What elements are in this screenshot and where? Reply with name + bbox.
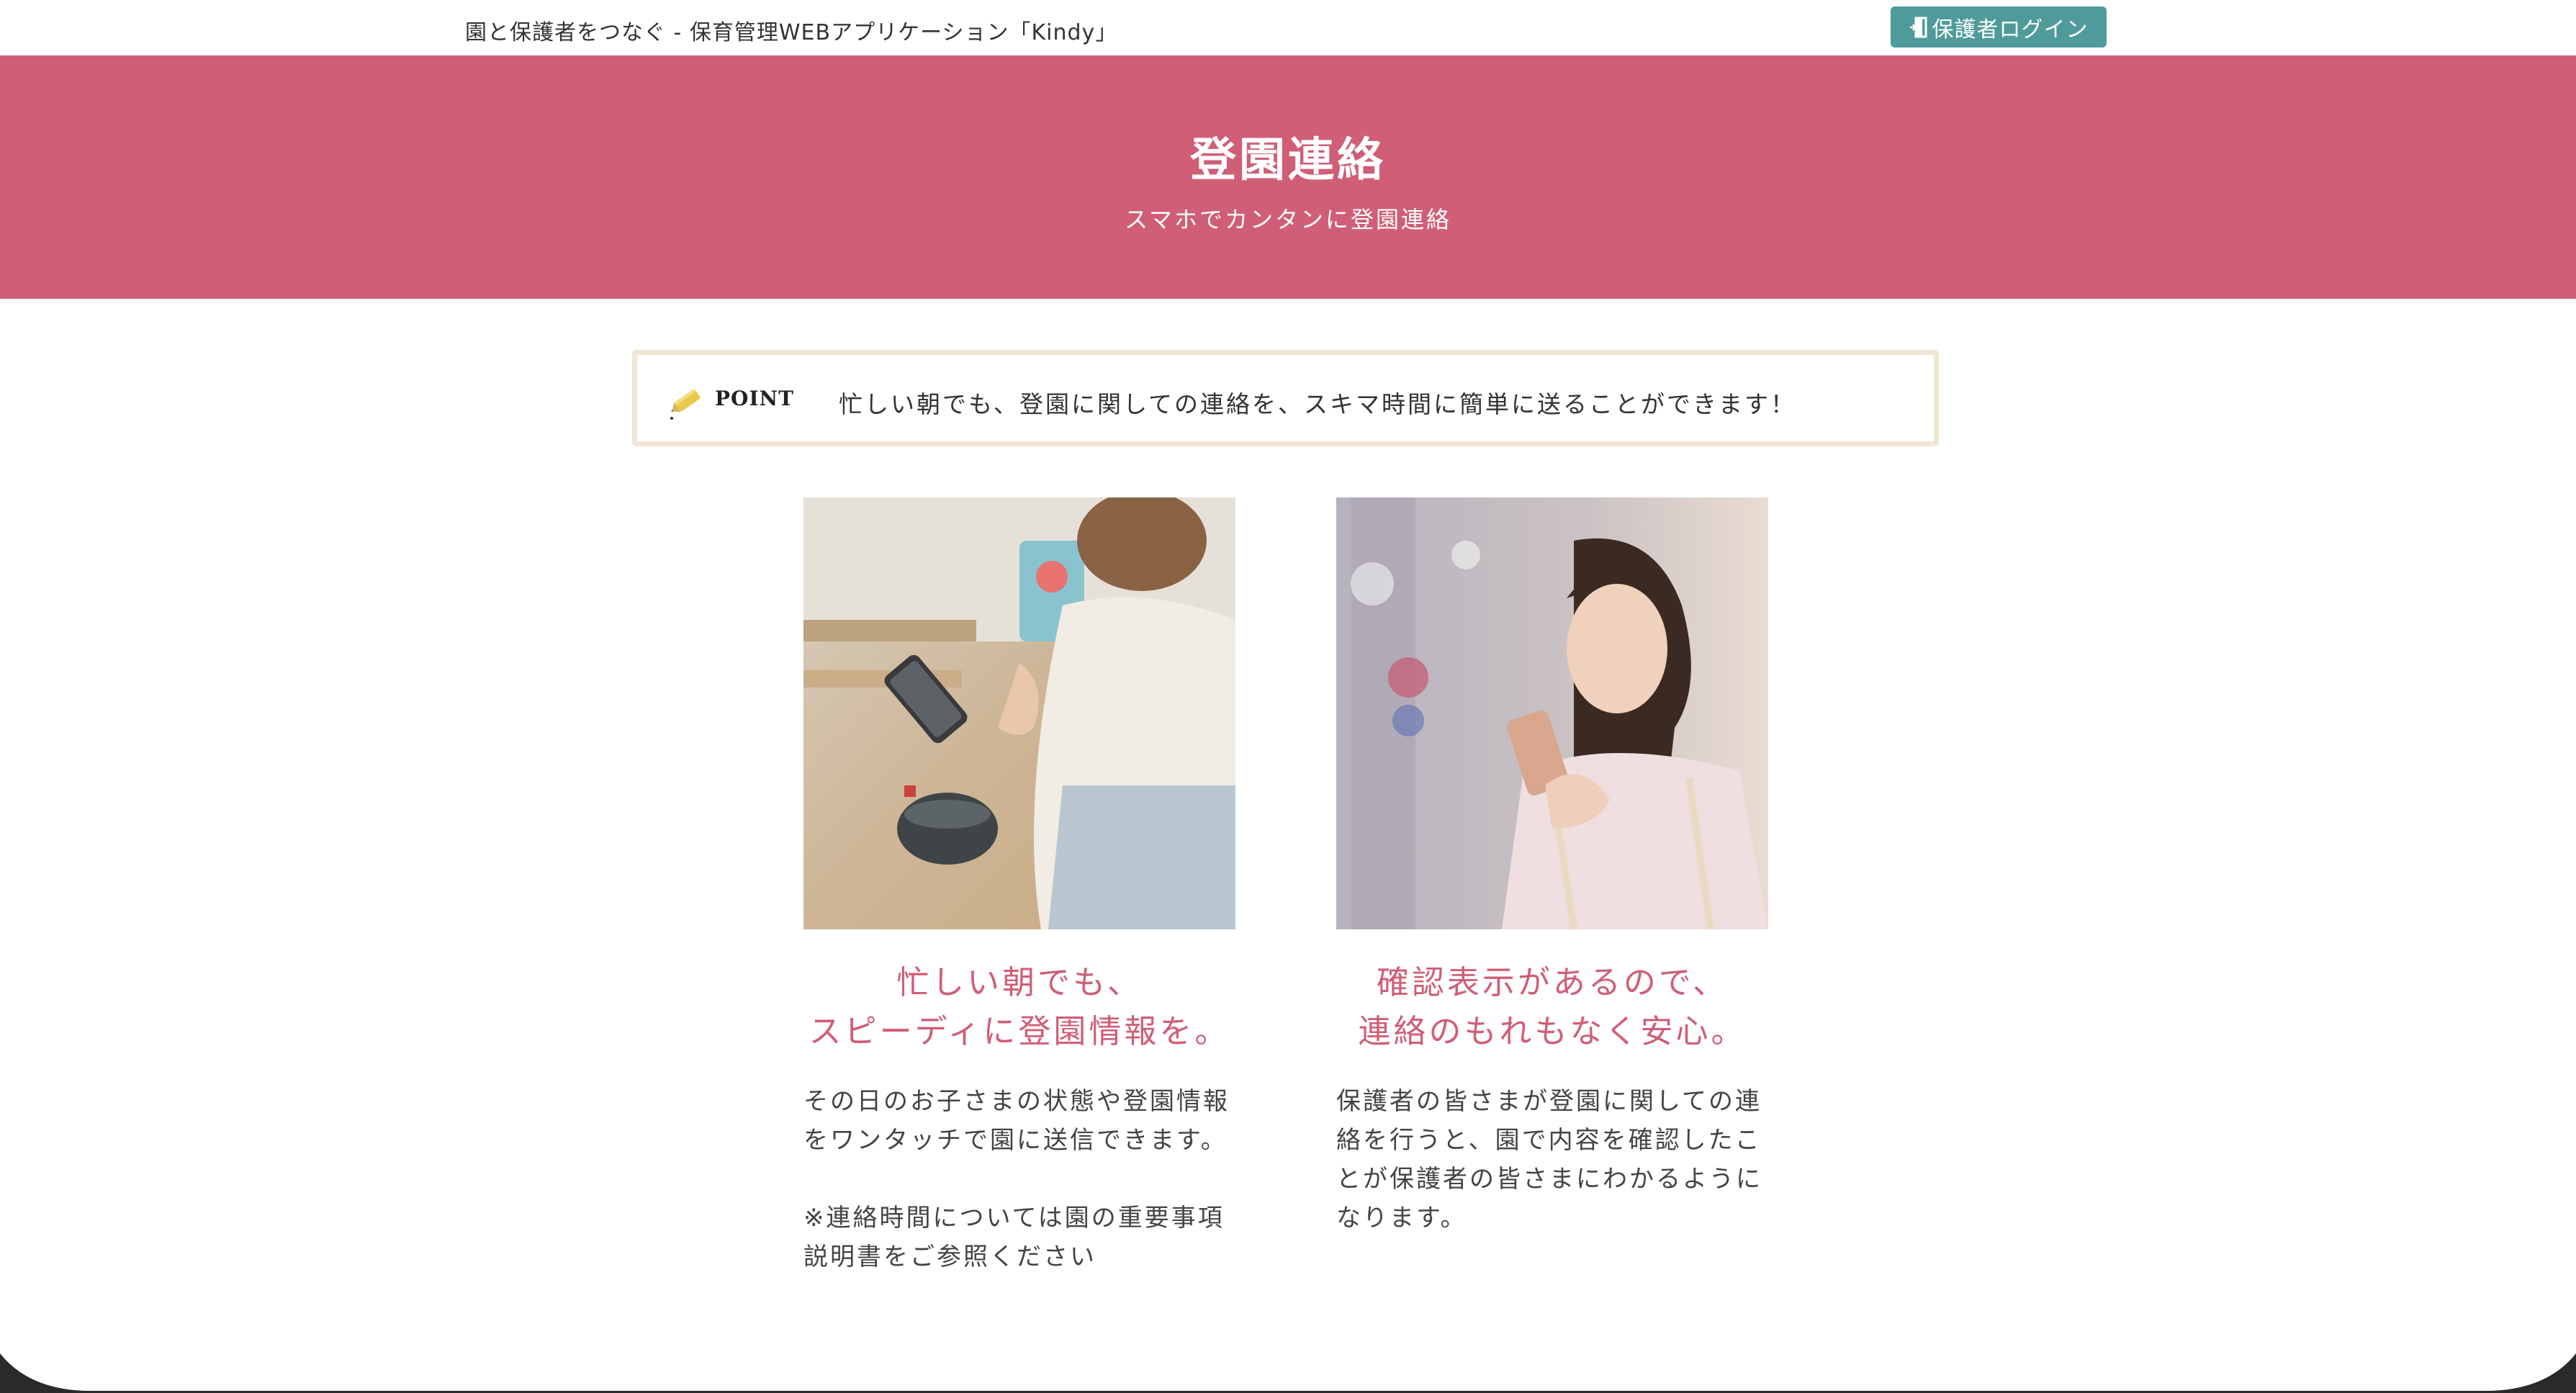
page-title: 登園連絡 <box>1190 134 1386 187</box>
pencil-icon <box>670 389 701 420</box>
feature-card-speedy: 忙しい朝でも、 スピーディに登園情報を。 その日のお子さまの状態や登園情報をワン… <box>803 497 1235 1276</box>
card-note-text: ※連絡時間については園の重要事項説明書をご参照ください <box>803 1204 1225 1271</box>
card-description-text: 保護者の皆さまが登園に関しての連絡を行うと、園で内容を確認したことが保護者の皆さ… <box>1336 1087 1762 1232</box>
card-description: 保護者の皆さまが登園に関しての連絡を行うと、園で内容を確認したことが保護者の皆さ… <box>1336 1082 1768 1238</box>
point-text: 忙しい朝でも、登園に関しての連絡を、スキマ時間に簡単に送ることができます！ <box>839 390 1797 418</box>
point-callout: POINT 忙しい朝でも、登園に関しての連絡を、スキマ時間に簡単に送ることができ… <box>632 350 1939 446</box>
parent-login-button[interactable]: 保護者ログイン <box>1891 6 2107 48</box>
feature-card-confirmation: 確認表示があるので、 連絡のもれもなく安心。 保護者の皆さまが登園に関しての連絡… <box>1336 497 1768 1238</box>
parent-login-label: 保護者ログイン <box>1932 17 2089 42</box>
woman-smiling-at-smartphone-photo <box>1336 497 1768 929</box>
door-exit-icon <box>1909 17 1927 37</box>
hero-banner: 登園連絡 スマホでカンタンに登園連絡 <box>0 55 2576 299</box>
page-subtitle: スマホでカンタンに登園連絡 <box>1124 206 1452 233</box>
card-heading-line-1: 確認表示があるので、 <box>1376 963 1729 1001</box>
card-heading: 忙しい朝でも、 スピーディに登園情報を。 <box>803 958 1235 1056</box>
site-tagline: 園と保護者をつなぐ - 保育管理WEBアプリケーション「Kindy」 <box>465 20 1118 45</box>
card-description: その日のお子さまの状態や登園情報をワンタッチで園に送信できます。 ※連絡時間につ… <box>803 1082 1235 1276</box>
woman-using-smartphone-photo <box>803 497 1235 929</box>
card-heading-line-1: 忙しい朝でも、 <box>896 963 1143 1001</box>
point-label: POINT <box>715 387 794 410</box>
card-heading-line-2: スピーディに登園情報を。 <box>809 1012 1230 1050</box>
top-bar: 園と保護者をつなぐ - 保育管理WEBアプリケーション「Kindy」 保護者ログ… <box>0 0 2576 55</box>
card-heading-line-2: 連絡のもれもなく安心。 <box>1358 1012 1747 1050</box>
section-divider <box>0 1353 2576 1393</box>
card-heading: 確認表示があるので、 連絡のもれもなく安心。 <box>1336 958 1768 1056</box>
card-description-text: その日のお子さまの状態や登園情報をワンタッチで園に送信できます。 <box>803 1087 1230 1155</box>
